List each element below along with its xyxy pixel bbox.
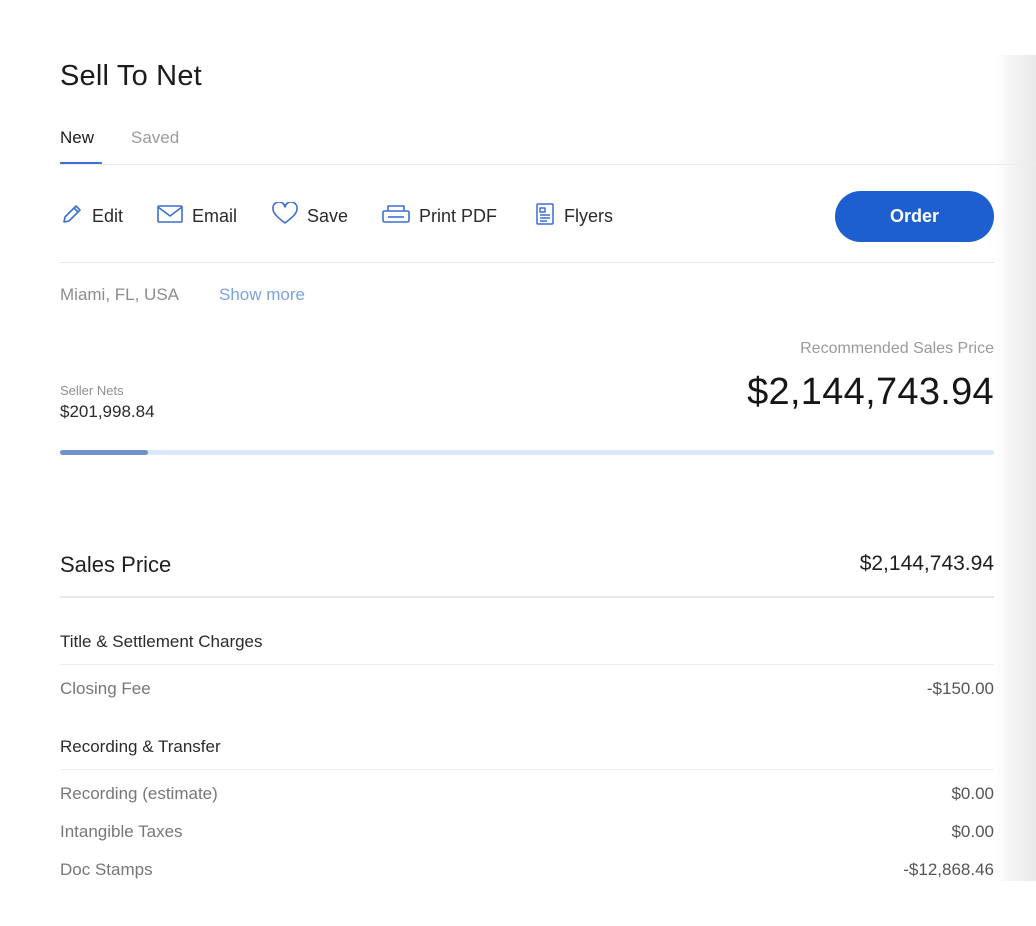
heart-icon xyxy=(271,200,307,231)
print-pdf-button[interactable]: Print PDF xyxy=(381,202,497,230)
section-heading-title-settlement: Title & Settlement Charges xyxy=(60,632,263,651)
line-item-value: -$12,868.46 xyxy=(903,860,994,879)
save-button[interactable]: Save xyxy=(271,200,349,231)
line-item-label: Doc Stamps xyxy=(60,860,153,879)
bottom-cutoff xyxy=(0,882,1036,926)
edit-button[interactable]: Edit xyxy=(60,202,123,230)
tabs-divider xyxy=(60,164,1036,165)
section-divider xyxy=(60,769,994,770)
email-button[interactable]: Email xyxy=(156,202,237,230)
seller-nets-label: Seller Nets xyxy=(60,383,124,398)
line-item-value: $0.00 xyxy=(951,822,994,841)
toolbar-divider xyxy=(60,262,994,263)
line-item-value: -$150.00 xyxy=(926,679,994,698)
recommended-sales-price-value: $2,144,743.94 xyxy=(747,371,994,413)
pencil-icon xyxy=(60,202,92,231)
section-heading-recording-transfer: Recording & Transfer xyxy=(60,737,221,756)
seller-nets-value: $201,998.84 xyxy=(60,402,155,421)
sales-price-value: $2,144,743.94 xyxy=(859,552,994,575)
sales-price-label: Sales Price xyxy=(60,552,172,577)
tab-saved[interactable]: Saved xyxy=(131,128,179,148)
right-edge-shade xyxy=(994,55,1036,881)
tab-new[interactable]: New xyxy=(60,128,94,148)
sales-price-divider xyxy=(60,596,994,598)
email-label: Email xyxy=(192,205,238,226)
edit-label: Edit xyxy=(92,205,124,226)
line-item-label: Closing Fee xyxy=(60,679,151,698)
show-more-link[interactable]: Show more xyxy=(219,285,305,305)
page-title: Sell To Net xyxy=(60,60,202,92)
save-label: Save xyxy=(307,205,349,226)
order-button[interactable]: Order xyxy=(835,191,994,242)
print-pdf-label: Print PDF xyxy=(419,205,498,226)
document-icon xyxy=(534,202,564,231)
recommended-sales-price-label: Recommended Sales Price xyxy=(800,340,994,357)
section-divider xyxy=(60,664,994,665)
line-item-label: Intangible Taxes xyxy=(60,822,183,841)
seller-nets-progress-bar xyxy=(60,450,994,455)
line-item-label: Recording (estimate) xyxy=(60,784,218,803)
flyers-button[interactable]: Flyers xyxy=(534,202,613,230)
flyers-label: Flyers xyxy=(564,205,613,226)
line-item-value: $0.00 xyxy=(951,784,994,803)
printer-icon xyxy=(381,202,419,231)
progress-fill xyxy=(60,450,148,455)
envelope-icon xyxy=(156,202,192,231)
location-text: Miami, FL, USA xyxy=(60,285,180,304)
